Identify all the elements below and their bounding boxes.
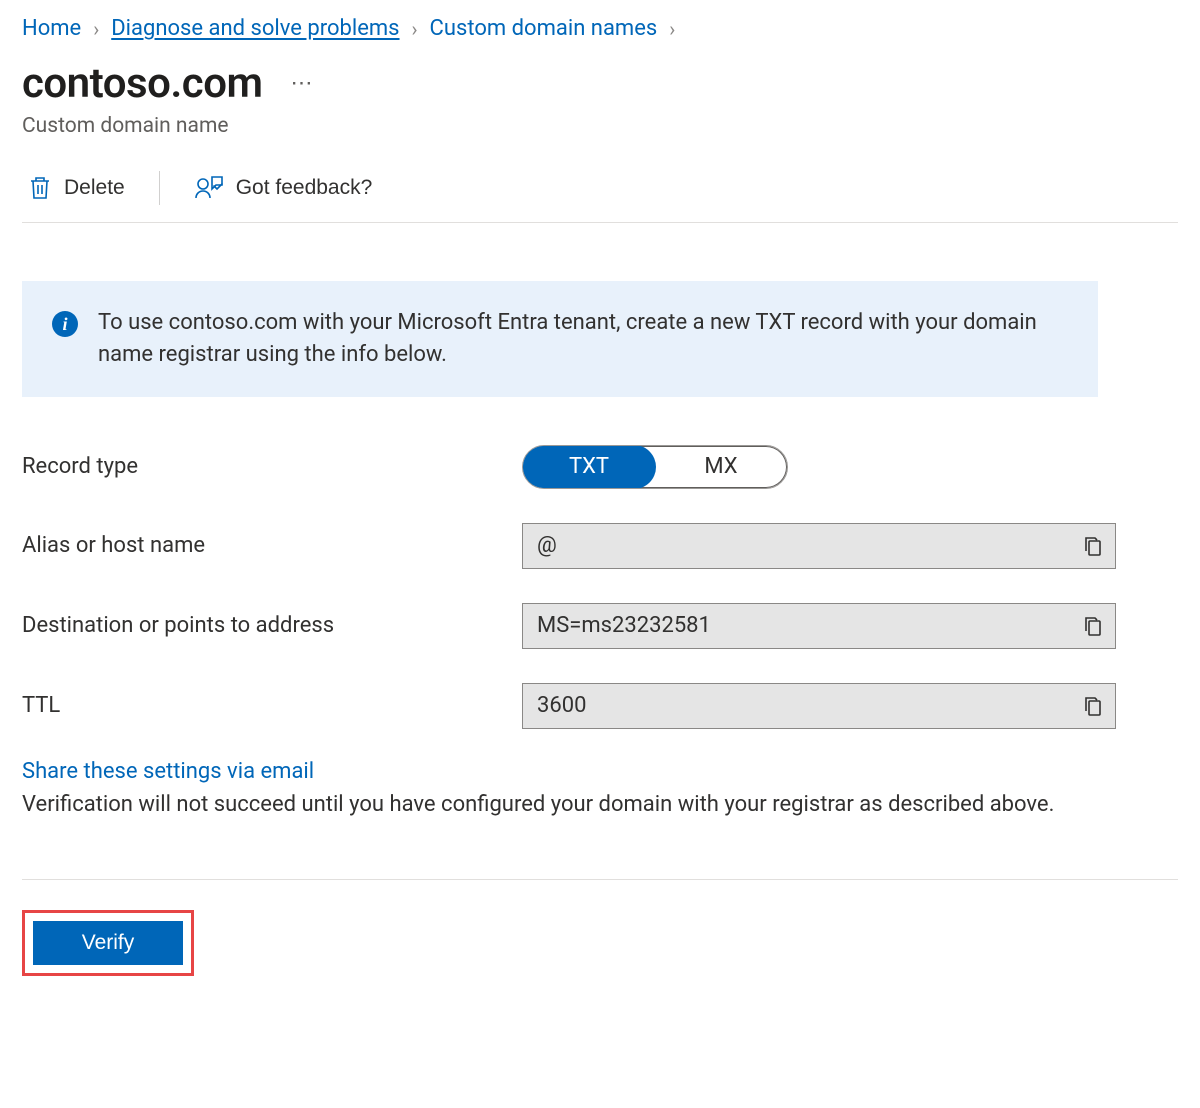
verify-button[interactable]: Verify xyxy=(33,921,183,965)
verification-note: Verification will not succeed until you … xyxy=(22,792,1054,817)
label-record-type: Record type xyxy=(22,454,522,479)
chevron-right-icon: › xyxy=(669,17,675,41)
row-destination: Destination or points to address MS=ms23… xyxy=(22,603,1178,649)
chevron-right-icon: › xyxy=(412,17,418,41)
breadcrumb-diagnose[interactable]: Diagnose and solve problems xyxy=(111,16,399,41)
chevron-right-icon: › xyxy=(93,17,99,41)
value-ttl: 3600 xyxy=(523,693,1071,718)
record-type-option-mx[interactable]: MX xyxy=(655,446,787,488)
feedback-label: Got feedback? xyxy=(236,176,373,200)
label-alias: Alias or host name xyxy=(22,533,522,558)
breadcrumb-home[interactable]: Home xyxy=(22,16,81,41)
row-alias: Alias or host name @ xyxy=(22,523,1178,569)
label-destination: Destination or points to address xyxy=(22,613,522,638)
record-type-option-txt[interactable]: TXT xyxy=(523,446,655,488)
label-ttl: TTL xyxy=(22,693,522,718)
field-alias: @ xyxy=(522,523,1116,569)
share-settings-link[interactable]: Share these settings via email xyxy=(22,759,314,784)
page-subtitle: Custom domain name xyxy=(22,114,1178,138)
copy-icon xyxy=(1083,695,1103,717)
copy-icon xyxy=(1083,535,1103,557)
copy-destination-button[interactable] xyxy=(1071,604,1115,648)
field-ttl: 3600 xyxy=(522,683,1116,729)
command-separator xyxy=(159,171,160,205)
more-actions-icon[interactable]: ⋯ xyxy=(290,71,314,96)
row-record-type: Record type TXT MX xyxy=(22,445,1178,489)
value-destination: MS=ms23232581 xyxy=(523,613,1071,638)
trash-icon xyxy=(28,174,52,202)
copy-alias-button[interactable] xyxy=(1071,524,1115,568)
page-title: contoso.com xyxy=(22,59,262,108)
breadcrumb: Home › Diagnose and solve problems › Cus… xyxy=(22,12,1178,59)
copy-ttl-button[interactable] xyxy=(1071,684,1115,728)
value-alias: @ xyxy=(523,533,1071,558)
copy-icon xyxy=(1083,615,1103,637)
record-type-toggle[interactable]: TXT MX xyxy=(522,445,788,489)
feedback-button[interactable]: Got feedback? xyxy=(188,170,379,206)
info-banner-text: To use contoso.com with your Microsoft E… xyxy=(98,307,1068,371)
delete-button[interactable]: Delete xyxy=(22,170,131,206)
info-banner: i To use contoso.com with your Microsoft… xyxy=(22,281,1098,397)
verify-highlight: Verify xyxy=(22,910,194,976)
feedback-icon xyxy=(194,174,224,202)
info-icon: i xyxy=(52,311,78,337)
footer-bar: Verify xyxy=(22,879,1178,976)
row-ttl: TTL 3600 xyxy=(22,683,1178,729)
field-destination: MS=ms23232581 xyxy=(522,603,1116,649)
delete-label: Delete xyxy=(64,176,125,200)
breadcrumb-custom-domains[interactable]: Custom domain names xyxy=(430,16,658,41)
command-bar: Delete Got feedback? xyxy=(22,162,1178,223)
